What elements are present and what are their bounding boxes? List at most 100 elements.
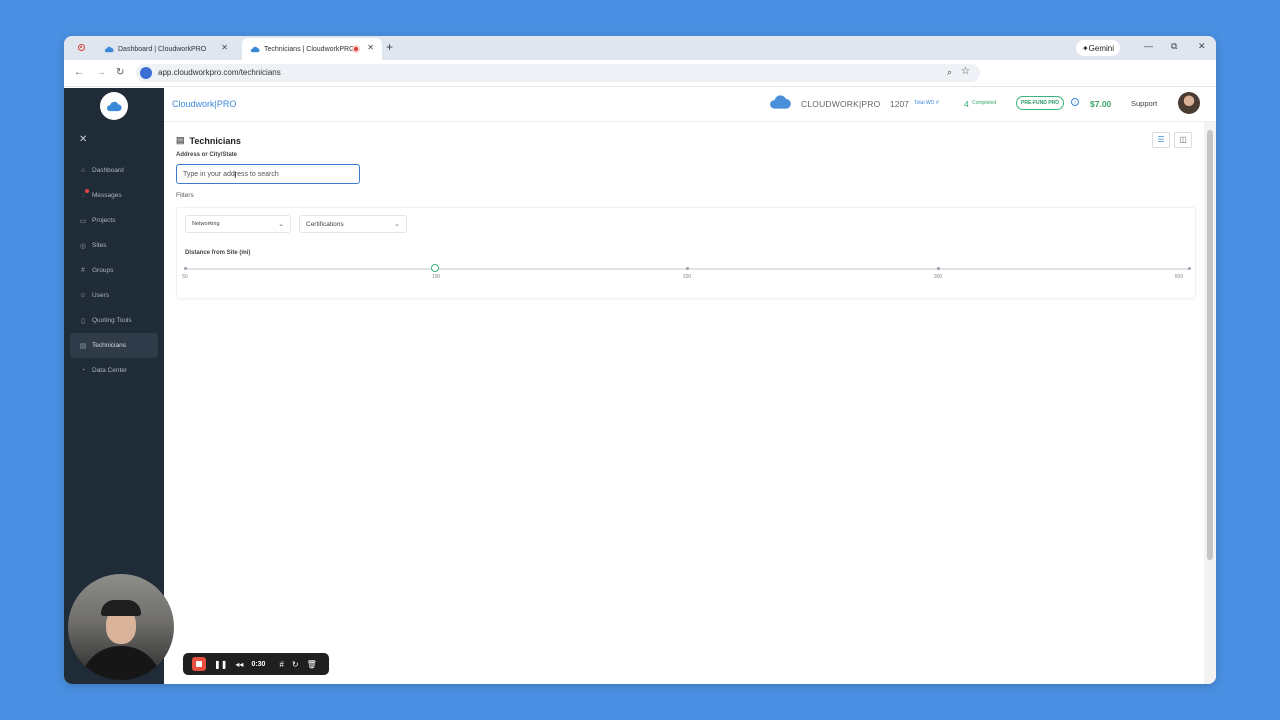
sidebar-item-users[interactable]: ☺ Users <box>70 283 158 308</box>
gemini-button[interactable]: ✦ Gemini <box>1076 40 1120 56</box>
info-icon[interactable]: i <box>1071 98 1079 106</box>
sidebar-item-data-center[interactable]: ◔ Data Center <box>70 358 158 383</box>
window-close-icon[interactable]: ✕ <box>1198 41 1206 52</box>
balance-value: $7.00 <box>1090 99 1112 109</box>
hash-icon: # <box>81 267 85 274</box>
sidebar-item-projects[interactable]: ▭ Projects <box>70 208 158 233</box>
rewind-icon[interactable]: ◂◂ <box>235 660 243 669</box>
scrollbar-thumb[interactable] <box>1207 130 1213 560</box>
support-link[interactable]: Support <box>1131 99 1157 108</box>
sidebar-item-dashboard[interactable]: ⌂ Dashboard <box>70 158 158 183</box>
total-wo-label: Total WO # <box>914 100 939 106</box>
slider-tick <box>936 266 940 270</box>
sidebar-item-label: Technicians <box>92 342 126 349</box>
map-view-icon[interactable]: ◫ <box>1174 132 1192 148</box>
sidebar-item-technicians[interactable]: ▤ Technicians <box>70 333 158 358</box>
cloud-icon <box>250 46 260 52</box>
certifications-value: Certifications <box>306 221 344 228</box>
prefund-badge[interactable]: PRE-FUND PRO <box>1016 96 1065 110</box>
sidebar-item-label: Sites <box>92 242 107 249</box>
tab-title: Technicians | CloudworkPRO <box>264 45 355 53</box>
trash-icon[interactable]: 🗑 <box>307 660 317 669</box>
tab-dashboard[interactable]: Dashboard | CloudworkPRO ✕ <box>96 38 236 60</box>
back-icon[interactable]: ← <box>74 67 84 78</box>
gemini-label: Gemini <box>1088 43 1115 53</box>
recording-time: 0:30 <box>251 660 266 668</box>
filter-panel: Networking ⌄ Certifications ⌄ Distance f… <box>176 207 1196 299</box>
zoom-icon[interactable]: ⌕ <box>947 67 952 78</box>
app-header: Cloudwork|PRO CLOUDWORK|PRO 1207 Total W… <box>164 88 1216 122</box>
sidebar-item-label: Groups <box>92 267 114 274</box>
stop-recording-button[interactable] <box>192 657 206 671</box>
view-toggle: ☰ ◫ <box>1152 132 1192 148</box>
page-title: ▤ Technicians <box>176 135 241 146</box>
recording-icon <box>352 45 360 53</box>
chevron-down-icon: ⌄ <box>394 221 400 228</box>
pause-icon[interactable]: ❚❚ <box>214 660 227 669</box>
chevron-down-icon: ⌄ <box>278 221 284 228</box>
home-icon: ⌂ <box>80 167 86 174</box>
url-field[interactable]: app.cloudworkpro.com/technicians ⌕ ☆ <box>136 64 980 82</box>
notification-dot <box>85 189 89 193</box>
main-content: ▤ Technicians ☰ ◫ Address or City/State … <box>164 122 1204 684</box>
tab-title: Dashboard | CloudworkPRO <box>118 45 207 53</box>
sidebar-item-label: Dashboard <box>92 167 124 174</box>
site-info-icon[interactable] <box>140 67 152 79</box>
cloud-icon <box>104 46 114 52</box>
avatar[interactable] <box>1178 92 1200 114</box>
close-icon[interactable]: ✕ <box>221 43 228 52</box>
recording-controls: ❚❚ ◂◂ 0:30 # ↻ 🗑 <box>183 653 329 675</box>
filters-label: Filters <box>176 192 194 199</box>
close-icon[interactable]: ✕ <box>367 43 374 52</box>
address-label: Address or City/State <box>176 152 238 158</box>
list-view-icon[interactable]: ☰ <box>1152 132 1170 148</box>
table-icon: ▤ <box>176 135 185 145</box>
app-logo[interactable] <box>100 92 128 120</box>
sidebar-item-groups[interactable]: # Groups <box>70 258 158 283</box>
reload-icon[interactable]: ↻ <box>116 67 124 78</box>
sidebar-item-label: Data Center <box>92 367 128 374</box>
sidebar-nav: ⌂ Dashboard ◌ Messages ▭ Projects ◎ Sites # G… <box>70 158 158 383</box>
sidebar-item-label: Projects <box>92 217 116 224</box>
restore-icon[interactable]: ⧉ <box>1171 41 1177 52</box>
folder-icon: ▭ <box>79 217 87 225</box>
sidebar-item-quoting-tools[interactable]: ▯ Quoting Tools <box>70 308 158 333</box>
company-cloud-icon <box>770 95 791 109</box>
slider-handle[interactable] <box>431 264 439 272</box>
location-icon: ◎ <box>79 242 87 250</box>
users-icon: ☺ <box>79 292 87 299</box>
distance-slider[interactable]: 50 100 200 300 500 <box>182 264 1191 280</box>
page-title-text: Technicians <box>189 135 241 146</box>
sidebar-item-messages[interactable]: ◌ Messages <box>70 183 158 208</box>
minimize-icon[interactable]: — <box>1144 41 1153 51</box>
webcam-cap <box>101 600 141 616</box>
sidebar-item-label: Users <box>92 292 109 299</box>
brand-link[interactable]: Cloudwork|PRO <box>172 99 236 109</box>
slider-tick <box>685 266 689 270</box>
new-tab-button[interactable]: + <box>386 40 393 54</box>
chart-icon: ◔ <box>80 367 86 374</box>
tab-technicians[interactable]: Technicians | CloudworkPRO ✕ <box>242 38 382 60</box>
address-search-input[interactable]: Type in your address to search <box>176 164 360 184</box>
certifications-dropdown[interactable]: Certifications ⌄ <box>299 215 407 233</box>
record-indicator-icon <box>78 44 85 51</box>
bookmark-star-icon[interactable]: ☆ <box>961 66 970 77</box>
slider-tick <box>1187 266 1191 270</box>
slider-tick-label: 300 <box>933 274 943 280</box>
sidebar-close-icon[interactable]: ✕ <box>79 134 87 145</box>
sidebar-item-label: Messages <box>92 192 122 199</box>
table-icon: ▤ <box>79 342 87 350</box>
sidebar-item-sites[interactable]: ◎ Sites <box>70 233 158 258</box>
page-scrollbar[interactable] <box>1204 122 1216 684</box>
networking-dropdown[interactable]: Networking ⌄ <box>185 215 291 233</box>
webcam-overlay <box>68 574 174 680</box>
chat-icon: ◌ <box>80 192 86 199</box>
cloud-logo-icon <box>107 101 122 111</box>
slider-tick-label: 100 <box>431 274 441 280</box>
forward-icon[interactable]: → <box>96 67 106 78</box>
tab-strip: Dashboard | CloudworkPRO ✕ Technicians |… <box>64 36 1216 60</box>
restart-icon[interactable]: ↻ <box>292 660 299 669</box>
url-text: app.cloudworkpro.com/technicians <box>158 68 281 77</box>
grid-icon[interactable]: # <box>279 660 283 669</box>
sparkle-icon: ✦ <box>1081 43 1089 53</box>
